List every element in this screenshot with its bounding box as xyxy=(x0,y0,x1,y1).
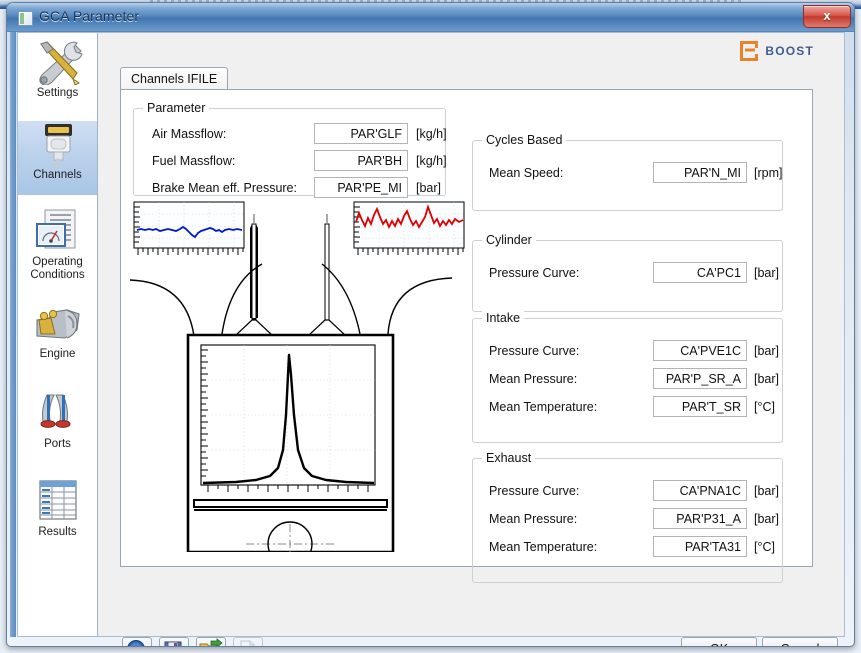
exhaust-pressure-trace xyxy=(353,201,465,255)
group-cylinder: Cylinder Pressure Curve: [bar] xyxy=(472,233,783,312)
group-title-cycles-based: Cycles Based xyxy=(482,133,567,147)
input-cylinder-pressure-curve[interactable] xyxy=(653,262,747,283)
label-exhaust-pressure-curve: Pressure Curve: xyxy=(489,484,580,498)
new-document-icon xyxy=(240,640,255,646)
group-title-exhaust: Exhaust xyxy=(482,451,536,465)
sidebar-item-label-line2: Conditions xyxy=(30,269,85,281)
window-titlebar[interactable]: GCA Parameter x xyxy=(7,3,854,32)
group-title-intake: Intake xyxy=(482,311,525,325)
ok-button[interactable]: OK xyxy=(681,637,757,646)
engine-cylinder-schematic xyxy=(126,200,471,567)
input-mean-speed[interactable] xyxy=(653,162,747,183)
port-ducts xyxy=(129,263,453,337)
unit-intake-mean-pressure: [bar] xyxy=(754,372,780,386)
intake-pressure-trace xyxy=(133,201,245,255)
input-exhaust-mean-pressure[interactable] xyxy=(653,508,747,529)
group-title-cylinder: Cylinder xyxy=(482,233,536,247)
new-document-button[interactable] xyxy=(233,637,263,646)
sidebar-item-label: Settings xyxy=(36,87,79,99)
unit-exhaust-mean-temperature: [°C] xyxy=(754,540,775,554)
help-button[interactable]: ? xyxy=(122,637,152,648)
app-icon xyxy=(18,11,33,26)
unit-cylinder-pressure-curve: [bar] xyxy=(754,266,780,280)
label-intake-mean-pressure: Mean Pressure: xyxy=(489,372,578,386)
engine-icon xyxy=(18,300,97,346)
sidebar-item-label: Ports xyxy=(44,438,71,450)
label-exhaust-mean-pressure: Mean Pressure: xyxy=(489,512,578,526)
input-intake-mean-pressure[interactable] xyxy=(653,368,747,389)
group-parameter: Parameter Air Massflow: [kg/h] Fuel Mass… xyxy=(133,101,447,198)
gauge-document-icon xyxy=(18,208,97,254)
input-fuel-massflow[interactable] xyxy=(314,150,408,171)
label-intake-mean-temperature: Mean Temperature: xyxy=(489,400,598,414)
boost-wordmark: BOOST xyxy=(765,44,814,58)
input-exhaust-pressure-curve[interactable] xyxy=(653,480,747,501)
sidebar-item-ports[interactable]: Ports xyxy=(18,390,97,464)
close-icon[interactable]: x xyxy=(803,5,851,28)
tab-page-channels-ifile: Parameter Air Massflow: [kg/h] Fuel Mass… xyxy=(120,89,813,583)
label-cylinder-pressure-curve: Pressure Curve: xyxy=(489,266,580,280)
cancel-button[interactable]: Cancel xyxy=(762,637,838,646)
sidebar-item-results[interactable]: Results xyxy=(18,478,97,552)
results-table-icon xyxy=(18,478,97,524)
save-button[interactable] xyxy=(159,637,189,646)
group-intake: Intake Pressure Curve: [bar] Mean Pressu… xyxy=(472,311,783,443)
tools-icon xyxy=(18,39,97,86)
label-intake-pressure-curve: Pressure Curve: xyxy=(489,344,580,358)
label-exhaust-mean-temperature: Mean Temperature: xyxy=(489,540,598,554)
label-fuel-massflow: Fuel Massflow: xyxy=(152,154,236,168)
group-title-parameter: Parameter xyxy=(143,101,210,115)
gca-parameter-window: GCA Parameter x Settings Channels Operat… xyxy=(6,2,855,647)
sidebar: Settings Channels Operating Conditions E… xyxy=(18,33,98,636)
input-air-massflow[interactable] xyxy=(314,123,408,144)
svg-text:?: ? xyxy=(133,645,140,648)
main-panel: BOOST Channels IFILE Parameter Air Massf… xyxy=(99,33,844,646)
sidebar-item-engine[interactable]: Engine xyxy=(18,300,97,374)
unit-intake-pressure-curve: [bar] xyxy=(754,344,780,358)
ports-valves-icon xyxy=(18,390,97,436)
input-exhaust-mean-temperature[interactable] xyxy=(653,536,747,557)
window-title: GCA Parameter xyxy=(39,8,140,24)
save-icon xyxy=(164,641,182,646)
sidebar-item-label-line1: Operating xyxy=(32,256,83,268)
open-folder-icon xyxy=(199,638,223,646)
label-air-massflow: Air Massflow: xyxy=(152,127,227,141)
window-client-area: Settings Channels Operating Conditions E… xyxy=(17,32,845,646)
unit-exhaust-mean-pressure: [bar] xyxy=(754,512,780,526)
input-brake-mean-eff-pressure[interactable] xyxy=(314,177,408,198)
boost-mark-icon xyxy=(739,40,759,62)
sidebar-item-label: Results xyxy=(38,526,77,538)
sidebar-item-operating-conditions[interactable]: Operating Conditions xyxy=(18,208,97,294)
unit-brake-mean-eff-pressure: [bar] xyxy=(416,181,442,195)
input-intake-pressure-curve[interactable] xyxy=(653,340,747,361)
sidebar-item-label: Engine xyxy=(39,348,76,360)
sidebar-item-settings[interactable]: Settings xyxy=(18,39,97,113)
unit-exhaust-pressure-curve: [bar] xyxy=(754,484,780,498)
boost-logo: BOOST xyxy=(739,40,814,62)
window-left-edge-accent xyxy=(10,32,16,637)
help-icon: ? xyxy=(127,640,145,648)
exhaust-valve xyxy=(306,214,348,346)
cylinder-body xyxy=(186,333,395,567)
unit-mean-speed: [rpm] xyxy=(754,166,783,180)
unit-intake-mean-temperature: [°C] xyxy=(754,400,775,414)
sidebar-item-label: Channels xyxy=(33,169,82,181)
sidebar-item-channels[interactable]: Channels xyxy=(18,121,97,195)
connector-plug-icon xyxy=(18,121,97,169)
open-folder-button[interactable] xyxy=(196,637,226,646)
label-mean-speed: Mean Speed: xyxy=(489,166,564,180)
tab-channels-ifile[interactable]: Channels IFILE xyxy=(120,67,229,91)
unit-fuel-massflow: [kg/h] xyxy=(416,154,447,168)
unit-air-massflow: [kg/h] xyxy=(416,127,447,141)
group-exhaust: Exhaust Pressure Curve: [bar] Mean Press… xyxy=(472,451,783,583)
tab-strip: Channels IFILE xyxy=(120,67,813,91)
group-cycles-based: Cycles Based Mean Speed: [rpm] xyxy=(472,133,783,211)
input-intake-mean-temperature[interactable] xyxy=(653,396,747,417)
label-brake-mean-eff-pressure: Brake Mean eff. Pressure: xyxy=(152,181,297,195)
